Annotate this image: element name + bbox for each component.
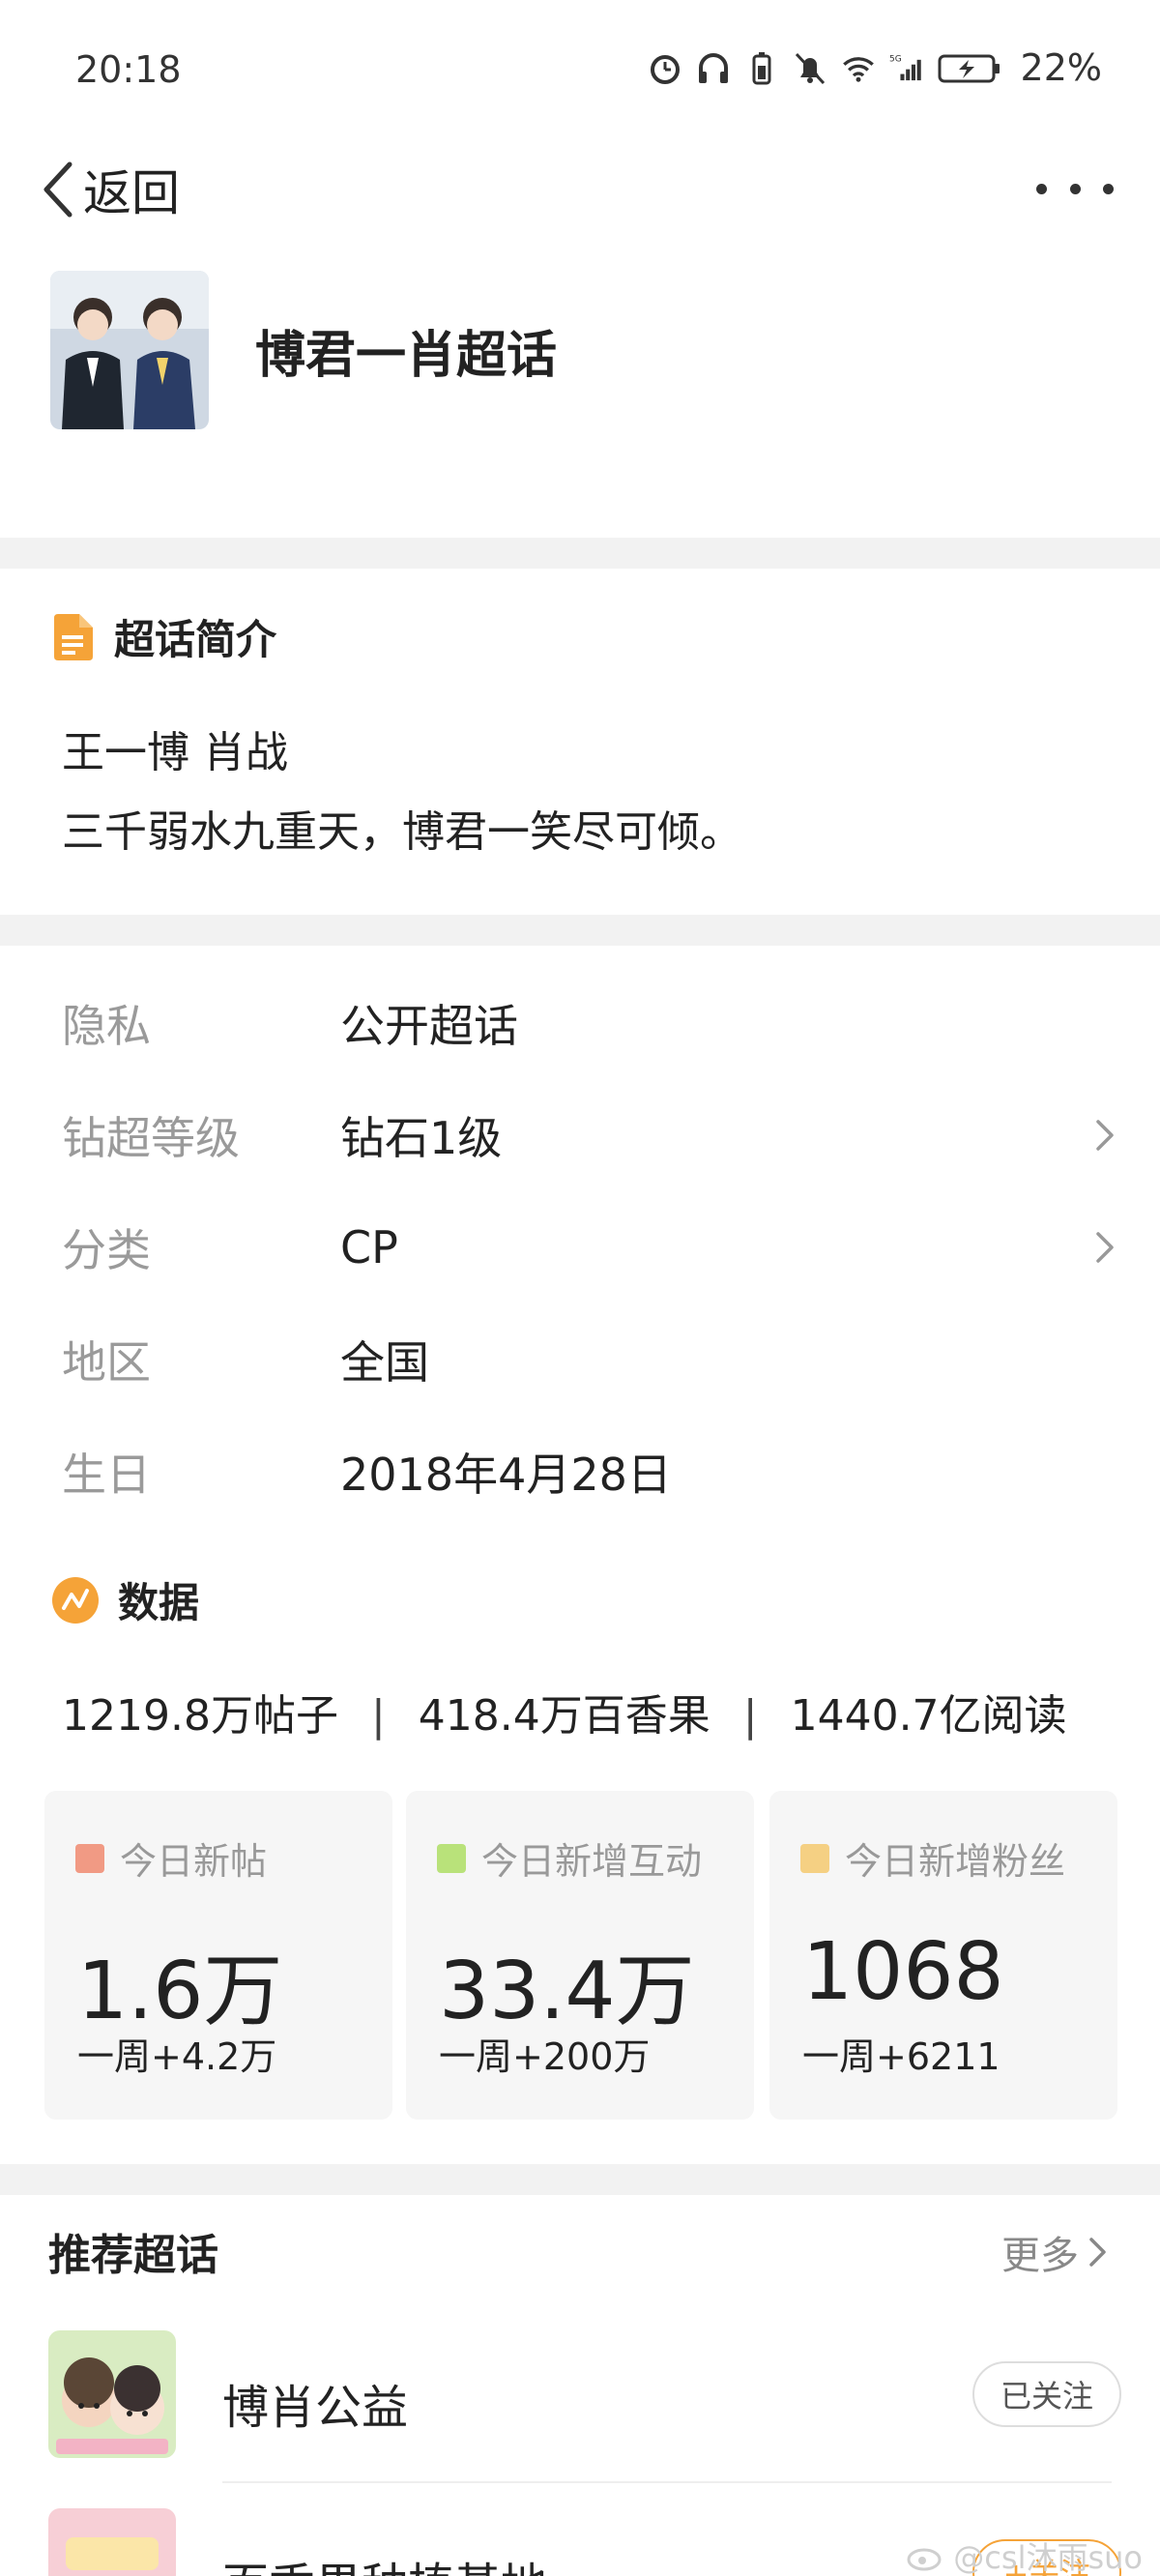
info-row-region: 地区 全国: [62, 1321, 1116, 1398]
card-week: 一周+200万: [439, 2035, 651, 2078]
nav-bar: 返回: [0, 145, 1160, 232]
data-header: 数据: [52, 1570, 199, 1629]
info-key: 生日: [62, 1449, 151, 1501]
intro-line-2: 三千弱水九重天，博君一笑尽可倾。: [62, 807, 742, 857]
card-label: 今日新帖: [120, 1840, 268, 1883]
recommend-name: 百香果种植基地: [222, 2547, 547, 2576]
info-value: 公开超话: [340, 1000, 518, 1052]
device-battery-icon: [752, 52, 771, 85]
list-divider: [222, 2481, 1112, 2483]
read-count: 1440.7亿阅读: [790, 1691, 1067, 1741]
card-label: 今日新增粉丝: [845, 1840, 1066, 1883]
stat-card-new-fans: 今日新增粉丝 1068 一周+6211: [769, 1791, 1117, 2120]
chevron-left-icon: [44, 161, 72, 218]
more-link[interactable]: 更多: [1001, 2224, 1110, 2280]
info-value: 全国: [340, 1336, 429, 1389]
info-row-birthday: 生日 2018年4月28日: [62, 1433, 1116, 1510]
more-options-icon[interactable]: [1036, 174, 1114, 203]
recommend-avatar[interactable]: [48, 2508, 176, 2576]
battery-percent: 22%: [1020, 46, 1102, 89]
followed-button[interactable]: 已关注: [972, 2361, 1121, 2427]
headphones-icon: [698, 53, 728, 83]
intro-header: 超话简介: [52, 607, 276, 666]
info-key: 钻超等级: [62, 1112, 240, 1164]
section-divider: [0, 915, 1160, 946]
posts-count: 1219.8万帖子: [62, 1691, 338, 1741]
card-week: 一周+4.2万: [77, 2035, 277, 2078]
card-value: 1.6万: [77, 1946, 283, 2037]
chevron-right-icon: [1096, 1232, 1114, 1263]
recommend-heading: 推荐超话: [48, 2231, 218, 2280]
chevron-right-icon: [1089, 2238, 1106, 2267]
more-label: 更多: [1001, 2234, 1079, 2278]
info-value: 2018年4月28日: [340, 1449, 672, 1501]
recommend-avatar[interactable]: [48, 2330, 176, 2458]
data-heading: 数据: [118, 1579, 200, 1626]
document-icon: [54, 613, 93, 660]
recommend-name: 博肖公益: [222, 2381, 409, 2435]
stat-card-new-interactions: 今日新增互动 33.4万 一周+200万: [406, 1791, 754, 2120]
card-week: 一周+6211: [802, 2035, 1000, 2078]
watermark-text: @csl沐雨suo: [953, 2539, 1143, 2576]
topic-header: 博君一肖超话: [50, 271, 557, 429]
alarm-icon: [650, 55, 680, 84]
legend-swatch: [800, 1843, 829, 1873]
svg-text:5G: 5G: [889, 54, 902, 64]
page: 20:18 5G 22% 返回 博君一肖超话 超话简介 王一博 肖战 三千弱水九…: [0, 0, 1160, 2576]
topic-avatar[interactable]: [50, 271, 209, 429]
watermark: @csl沐雨suo: [907, 2533, 1143, 2576]
weibo-logo-icon: [907, 2548, 942, 2571]
info-key: 隐私: [62, 1000, 151, 1052]
info-key: 分类: [62, 1224, 151, 1276]
card-value: 33.4万: [439, 1946, 695, 2037]
data-trend-icon: [52, 1576, 99, 1624]
status-icons: 5G 22%: [648, 46, 1102, 89]
chevron-right-icon: [1096, 1120, 1114, 1151]
section-divider: [0, 538, 1160, 569]
status-time: 20:18: [75, 48, 182, 91]
card-value: 1068: [802, 1926, 1004, 2018]
info-row-category[interactable]: 分类 CP: [62, 1209, 1116, 1286]
fruit-count: 418.4万百香果: [418, 1691, 710, 1741]
info-value: CP: [340, 1221, 398, 1273]
info-value: 钻石1级: [340, 1112, 503, 1164]
stat-card-new-posts: 今日新帖 1.6万 一周+4.2万: [44, 1791, 392, 2120]
legend-swatch: [75, 1843, 104, 1873]
battery-icon: [938, 54, 1000, 83]
topic-title: 博君一肖超话: [255, 326, 558, 385]
intro-text: 王一博 肖战 三千弱水九重天，博君一笑尽可倾。: [62, 714, 742, 872]
section-divider: [0, 2164, 1160, 2195]
list-item[interactable]: 博肖公益 已关注: [48, 2330, 1121, 2466]
status-bar: 20:18 5G 22%: [0, 0, 1160, 135]
legend-swatch: [437, 1843, 466, 1873]
stats-separator: |: [742, 1691, 758, 1741]
wifi-icon: [842, 57, 874, 82]
stats-summary: 1219.8万帖子 | 418.4万百香果 | 1440.7亿阅读: [62, 1681, 1067, 1742]
stats-separator: |: [370, 1691, 386, 1741]
back-button[interactable]: 返回: [39, 155, 180, 224]
intro-line-1: 王一博 肖战: [62, 728, 288, 777]
info-key: 地区: [62, 1336, 151, 1389]
back-label: 返回: [83, 165, 180, 221]
signal-icon: 5G: [889, 54, 921, 81]
intro-heading: 超话简介: [114, 616, 277, 663]
mute-bell-icon: [795, 52, 825, 85]
card-label: 今日新增互动: [481, 1840, 703, 1883]
info-row-level[interactable]: 钻超等级 钻石1级: [62, 1097, 1116, 1174]
info-row-privacy: 隐私 公开超话: [62, 984, 1116, 1062]
